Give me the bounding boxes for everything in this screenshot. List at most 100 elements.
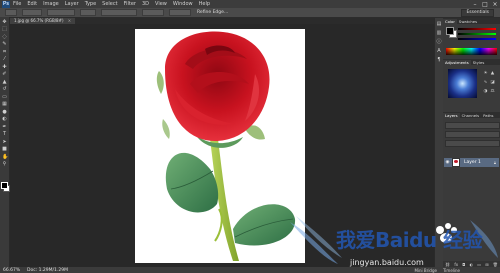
curves-icon[interactable]: ∿ xyxy=(483,80,488,85)
refine-edge-button[interactable]: Refine Edge... xyxy=(197,10,228,15)
menu-image[interactable]: Image xyxy=(43,1,59,7)
menu-view[interactable]: View xyxy=(155,1,167,7)
tab-swatches[interactable]: Swatches xyxy=(457,19,479,24)
path-select-tool-icon[interactable]: ➤ xyxy=(2,139,7,145)
selection-mode-buttons[interactable] xyxy=(22,9,42,16)
menu-filter[interactable]: Filter xyxy=(124,1,136,7)
height-field[interactable] xyxy=(169,9,191,16)
bottom-panel-tabs: Mini Bridge Timeline xyxy=(408,268,460,273)
lock-controls[interactable] xyxy=(445,140,500,147)
dodge-tool-icon[interactable]: ◐ xyxy=(2,117,7,122)
status-bar: 66.67% Doc: 1.29M/1.29M Mini Bridge Time… xyxy=(0,267,500,273)
menu-type[interactable]: Type xyxy=(85,1,96,7)
document-canvas[interactable] xyxy=(135,29,305,263)
maximize-button[interactable]: □ xyxy=(480,1,490,8)
adjustments-panel: Adjustments Styles ☀ ▲ ∿ ◪ ◑ ⚖ xyxy=(443,59,500,111)
tab-color[interactable]: Color xyxy=(443,18,457,24)
gradient-tool-icon[interactable]: ▦ xyxy=(2,102,7,107)
layers-panel: Layers Channels Paths ◉ Layer 1 🔒︎ ⛓ fx … xyxy=(443,112,500,267)
tab-adjustments[interactable]: Adjustments xyxy=(443,59,471,65)
menu-edit[interactable]: Edit xyxy=(27,1,37,7)
folder-icon[interactable]: ▭ xyxy=(477,262,481,267)
tab-layers[interactable]: Layers xyxy=(443,112,460,118)
layers-panel-tabs: Layers Channels Paths xyxy=(443,112,500,118)
style-preview-thumbnail[interactable] xyxy=(448,69,477,98)
eraser-tool-icon[interactable]: ▭ xyxy=(2,94,7,100)
menu-select[interactable]: Select xyxy=(102,1,117,7)
link-icon[interactable]: ⛓ xyxy=(445,262,450,267)
tool-preset-picker[interactable] xyxy=(5,9,17,16)
brush-tool-icon[interactable]: ✐ xyxy=(2,72,7,77)
paragraph-icon[interactable]: ¶ xyxy=(437,58,442,63)
stamp-tool-icon[interactable]: ▲ xyxy=(2,79,7,85)
tab-mini-bridge[interactable]: Mini Bridge xyxy=(414,268,437,273)
layer-row[interactable]: ◉ Layer 1 🔒︎ xyxy=(444,158,499,167)
feather-field[interactable] xyxy=(47,9,75,16)
menu-help[interactable]: Help xyxy=(199,1,210,7)
brightness-icon[interactable]: ☀ xyxy=(483,71,488,76)
document-tab-title: 1.jpg @ 66.7% (RGB/8#) xyxy=(14,18,64,23)
document-info[interactable]: Doc: 1.29M/1.29M xyxy=(27,268,68,273)
style-select[interactable] xyxy=(101,9,137,16)
hue-icon[interactable]: ◑ xyxy=(483,89,488,94)
quick-select-tool-icon[interactable]: ✎ xyxy=(2,42,7,47)
new-layer-icon[interactable]: ⊞ xyxy=(485,262,488,267)
blend-mode-select[interactable] xyxy=(445,131,500,138)
red-slider[interactable] xyxy=(458,28,496,30)
rose-image xyxy=(156,31,296,261)
tab-channels[interactable]: Channels xyxy=(460,113,482,118)
balance-icon[interactable]: ⚖ xyxy=(490,89,495,94)
hand-tool-icon[interactable]: ✋ xyxy=(2,154,8,160)
history-icon[interactable]: ▤ xyxy=(437,22,442,27)
exposure-icon[interactable]: ◪ xyxy=(490,80,495,85)
character-icon[interactable]: A xyxy=(437,49,442,54)
crop-tool-icon[interactable]: ⌗ xyxy=(2,49,7,55)
tab-timeline[interactable]: Timeline xyxy=(443,268,460,273)
tab-paths[interactable]: Paths xyxy=(481,113,495,118)
blue-slider[interactable] xyxy=(458,38,496,40)
width-field[interactable] xyxy=(142,9,164,16)
pen-tool-icon[interactable]: ✒ xyxy=(2,124,7,130)
color-panel-tabs: Color Swatches xyxy=(443,18,500,24)
info-icon[interactable]: ⓘ xyxy=(437,40,442,45)
tab-close-icon[interactable]: × xyxy=(68,18,71,23)
workspace-switcher[interactable]: Essentials xyxy=(461,8,494,17)
lock-icon: 🔒︎ xyxy=(493,160,496,165)
eye-icon[interactable]: ◉ xyxy=(445,160,450,165)
menu-3d[interactable]: 3D xyxy=(142,1,149,7)
blur-tool-icon[interactable]: ● xyxy=(2,109,7,115)
menu-file[interactable]: File xyxy=(13,1,21,7)
zoom-level[interactable]: 66.67% xyxy=(3,268,27,273)
trash-icon[interactable]: 🗑︎ xyxy=(493,262,498,267)
history-brush-tool-icon[interactable]: ↺ xyxy=(2,87,7,92)
properties-icon[interactable]: ▥ xyxy=(437,31,442,36)
healing-tool-icon[interactable]: ✚ xyxy=(2,64,7,70)
photoshop-logo: Ps xyxy=(2,0,10,8)
move-tool-icon[interactable]: ✥ xyxy=(2,19,7,25)
canvas-area[interactable] xyxy=(10,24,434,267)
tab-styles[interactable]: Styles xyxy=(471,60,487,65)
shape-tool-icon[interactable]: ■ xyxy=(2,147,7,152)
menu-layer[interactable]: Layer xyxy=(65,1,79,7)
foreground-color-swatch[interactable] xyxy=(1,182,8,189)
levels-icon[interactable]: ▲ xyxy=(490,71,495,76)
green-slider[interactable] xyxy=(458,33,496,35)
mask-icon[interactable]: ◘ xyxy=(462,262,465,267)
type-tool-icon[interactable]: T xyxy=(2,132,7,137)
panel-foreground-swatch[interactable] xyxy=(446,27,454,35)
layer-name[interactable]: Layer 1 xyxy=(464,160,481,165)
tools-panel: ✥ ⬚ ◌ ✎ ⌗ ⁄ ✚ ✐ ▲ ↺ ▭ ▦ ● ◐ ✒ T ➤ ■ ✋ ⚲ xyxy=(0,17,10,267)
adjust-icon[interactable]: ◐ xyxy=(470,262,474,267)
anti-alias-checkbox[interactable] xyxy=(80,9,96,16)
marquee-tool-icon[interactable]: ⬚ xyxy=(2,27,7,32)
menu-window[interactable]: Window xyxy=(173,1,193,7)
close-button[interactable]: × xyxy=(490,1,500,8)
color-spectrum[interactable] xyxy=(446,48,497,55)
zoom-tool-icon[interactable]: ⚲ xyxy=(2,162,7,167)
eyedropper-tool-icon[interactable]: ⁄ xyxy=(2,57,7,62)
lasso-tool-icon[interactable]: ◌ xyxy=(2,34,7,40)
fx-icon[interactable]: fx xyxy=(454,262,458,267)
layer-filter-select[interactable] xyxy=(445,122,500,129)
right-panel-dock: Color Swatches Adjustments Styles ☀ ▲ ∿ … xyxy=(443,18,500,267)
minimize-button[interactable]: – xyxy=(470,1,480,8)
